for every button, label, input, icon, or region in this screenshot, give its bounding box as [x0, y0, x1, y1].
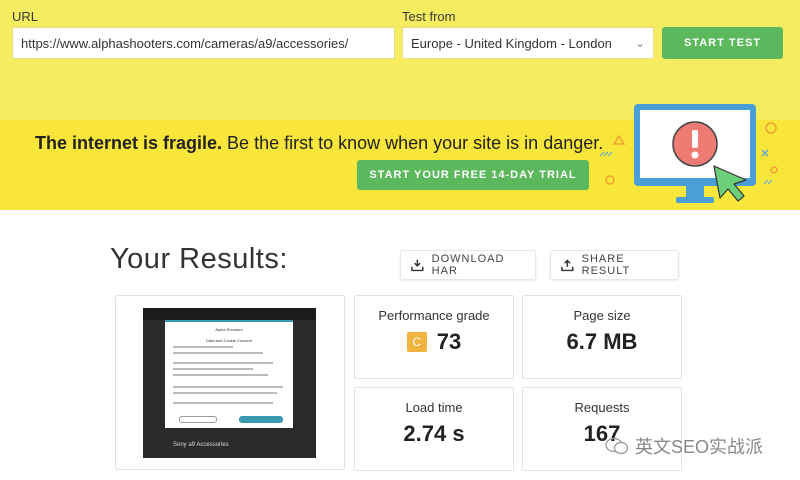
share-result-button[interactable]: SHARE RESULT	[550, 250, 679, 280]
page-screenshot-thumbnail: Alpha Shooters Data and Cookie Consent S…	[143, 308, 316, 458]
thumbnail-accept-button	[239, 416, 283, 423]
page-size-card: Page size 6.7 MB	[522, 295, 682, 379]
start-trial-button[interactable]: START YOUR FREE 14-DAY TRIAL	[357, 160, 589, 190]
download-har-label: DOWNLOAD HAR	[431, 253, 505, 277]
thumbnail-text-line	[173, 374, 268, 376]
load-time-card: Load time 2.74 s	[354, 387, 514, 471]
test-from-label: Test from	[402, 9, 456, 24]
thumbnail-site-header	[143, 308, 316, 320]
thumbnail-text-line	[173, 386, 283, 388]
thumbnail-text-line	[173, 362, 273, 364]
promo-bold-text: The internet is fragile.	[35, 133, 223, 153]
start-test-button[interactable]: START TEST	[662, 27, 783, 59]
url-input[interactable]	[12, 27, 395, 59]
thumbnail-text-line	[173, 346, 233, 348]
test-location-select[interactable]: Europe - United Kingdom - London ⌄	[402, 27, 654, 59]
chevron-down-icon: ⌄	[634, 36, 645, 50]
thumbnail-caption: Sony a9 Accessories	[173, 442, 229, 448]
page-size-label: Page size	[573, 308, 631, 323]
performance-grade-row: C 73	[355, 329, 513, 355]
requests-label: Requests	[574, 400, 630, 415]
load-time-value: 2.74 s	[403, 421, 465, 446]
thumbnail-text-line	[173, 402, 273, 404]
performance-grade-label: Performance grade	[378, 308, 490, 323]
share-icon	[561, 259, 574, 272]
share-result-label: SHARE RESULT	[581, 253, 631, 277]
performance-grade-card: Performance grade C 73	[354, 295, 514, 379]
thumbnail-consent-modal: Alpha Shooters Data and Cookie Consent	[165, 320, 293, 428]
wechat-logo-icon	[605, 437, 629, 455]
thumbnail-modal-subtitle: Data and Cookie Consent	[206, 338, 252, 343]
download-har-button[interactable]: DOWNLOAD HAR	[400, 250, 536, 280]
alert-icon	[672, 121, 718, 167]
monitor-alert-illustration	[599, 104, 778, 203]
load-time-label: Load time	[405, 400, 463, 415]
thumbnail-text-line	[173, 392, 277, 394]
thumbnail-text-line	[173, 352, 263, 354]
watermark: 英文SEO实战派	[605, 433, 763, 459]
watermark-text: 英文SEO实战派	[635, 437, 764, 457]
performance-score: 73	[436, 329, 462, 354]
grade-badge: C	[406, 332, 427, 352]
results-title: Your Results:	[110, 243, 288, 275]
test-location-value: Europe - United Kingdom - London	[411, 35, 612, 51]
promo-rest-text: Be the first to know when your site is i…	[222, 133, 604, 153]
page-size-value: 6.7 MB	[566, 329, 638, 354]
thumbnail-text-line	[173, 368, 253, 370]
url-label: URL	[12, 9, 39, 24]
promo-text: The internet is fragile. Be the first to…	[35, 133, 603, 154]
download-icon	[411, 259, 424, 272]
thumbnail-modal-title: Alpha Shooters	[215, 327, 243, 332]
thumbnail-manage-button	[179, 416, 217, 423]
